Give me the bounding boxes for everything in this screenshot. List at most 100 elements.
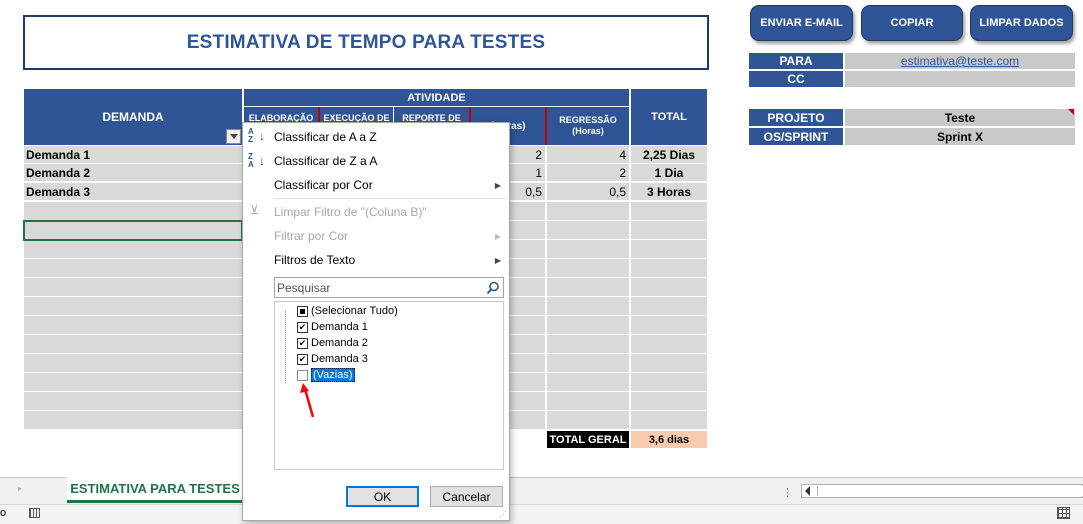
filter-select-all[interactable]: (Selecionar Tudo)	[297, 303, 398, 319]
menu-separator	[273, 198, 507, 199]
select-all-checkbox[interactable]	[297, 305, 308, 317]
row-3-regressao-text: 0,5	[609, 184, 626, 199]
os-sprint-label: OS/SPRINT	[749, 128, 843, 145]
submenu-arrow-icon: ▶	[494, 180, 501, 190]
projeto-value[interactable]: Teste	[845, 109, 1075, 126]
scroll-left-icon[interactable]	[805, 486, 810, 496]
filter-item[interactable]: ✔ Demanda 1	[297, 319, 368, 335]
table-row-name[interactable]: Demanda 3	[24, 183, 242, 201]
row-2-total[interactable]: 1 Dia	[631, 164, 707, 182]
filter-item[interactable]: ✔ Demanda 3	[297, 351, 368, 367]
filter-search-input[interactable]: Pesquisar	[274, 277, 504, 298]
menu-text-filters-label: Filtros de Texto	[274, 253, 356, 267]
menu-sort-za[interactable]: Classificar de Z a A	[243, 149, 509, 173]
menu-sort-az[interactable]: Classificar de A a Z	[243, 125, 509, 149]
menu-sort-by-color[interactable]: Classificar por Cor ▶	[243, 173, 509, 197]
status-text: o	[0, 507, 7, 519]
row-3-hours-text: 0,5	[525, 184, 542, 199]
report-title: ESTIMATIVA DE TEMPO PARA TESTES	[23, 15, 709, 70]
row-3-total[interactable]: 3 Horas	[631, 183, 707, 201]
scroll-thumb[interactable]	[817, 486, 1083, 496]
red-arrow-annotation	[300, 383, 315, 418]
menu-text-filters[interactable]: Filtros de Texto ▶	[243, 248, 509, 272]
hscroll-options-icon[interactable]: ⋮	[782, 486, 793, 499]
os-sprint-value[interactable]: Sprint X	[845, 128, 1075, 145]
scroll-tabs-icon[interactable]: ▸	[18, 484, 22, 493]
demanda-header: DEMANDA	[24, 89, 242, 145]
filter-item[interactable]: ✔ Demanda 2	[297, 335, 368, 351]
atividade-header: ATIVIDADE	[243, 89, 629, 107]
sheet-tab-estimativa[interactable]: ESTIMATIVA PARA TESTES	[67, 477, 243, 503]
filter-item-label: Demanda 2	[311, 337, 368, 349]
submenu-arrow-icon: ▶	[494, 231, 501, 241]
ok-button[interactable]: OK	[346, 486, 419, 507]
blanks-label: (Vazias)	[311, 368, 355, 382]
para-value[interactable]: estimativa@teste.com	[845, 53, 1075, 69]
search-icon	[486, 281, 499, 295]
os-sprint-text: Sprint X	[936, 129, 983, 144]
menu-sort-by-color-label: Classificar por Cor	[274, 178, 373, 192]
row-1-hours-text: 2	[535, 147, 542, 162]
row-2-regressao-text: 2	[619, 165, 626, 180]
filter-item-label: Demanda 3	[311, 353, 368, 365]
row-1-regressao-text: 4	[619, 147, 626, 162]
filter-values-list[interactable]: (Selecionar Tudo) ✔ Demanda 1 ✔ Demanda 2 …	[274, 301, 504, 470]
para-email-link[interactable]: estimativa@teste.com	[901, 54, 1019, 68]
horizontal-scrollbar[interactable]	[801, 484, 1083, 498]
row-2-regressao[interactable]: 2	[547, 164, 629, 182]
clear-data-button[interactable]: LIMPAR DADOS	[970, 5, 1073, 41]
row-3-name: Demanda 3	[26, 184, 91, 199]
item-checkbox[interactable]: ✔	[297, 321, 308, 333]
chevron-down-icon	[229, 134, 238, 139]
resize-grip-icon[interactable]: ⋰	[499, 510, 507, 519]
send-email-button[interactable]: ENVIAR E-MAIL	[750, 5, 853, 41]
total-geral-label: TOTAL GERAL	[547, 431, 629, 448]
filter-search-placeholder: Pesquisar	[277, 280, 331, 295]
demanda-header-text: DEMANDA	[102, 110, 164, 124]
menu-clear-filter: Limpar Filtro de "(Coluna B)"	[274, 205, 427, 219]
projeto-text: Teste	[944, 110, 976, 125]
total-header: TOTAL	[631, 89, 707, 145]
item-checkbox[interactable]: ✔	[297, 337, 308, 349]
normal-view-icon[interactable]	[1057, 507, 1070, 519]
copy-button[interactable]: COPIAR	[861, 5, 963, 41]
row-1-name: Demanda 1	[26, 147, 91, 162]
row-2-name: Demanda 2	[26, 165, 91, 180]
cc-value[interactable]	[845, 71, 1075, 87]
row-2-hours[interactable]: 1	[509, 164, 545, 182]
autofilter-popup[interactable]: AZ ↓ Classificar de A a Z ZA ↓ Classific…	[242, 122, 510, 521]
macro-record-icon[interactable]	[29, 508, 40, 518]
empty-rows-right-b	[547, 202, 629, 429]
filter-dropdown-button[interactable]	[226, 129, 241, 144]
row-3-total-text: 3 Horas	[646, 184, 692, 199]
para-label: PARA	[749, 53, 843, 69]
filter-item-label: Demanda 1	[311, 321, 368, 333]
cc-label: CC	[749, 71, 843, 87]
empty-rows-right-c	[631, 202, 707, 429]
status-bar	[0, 504, 1083, 524]
table-row-name[interactable]: Demanda 2	[24, 164, 242, 182]
row-1-regressao[interactable]: 4	[547, 146, 629, 164]
row-1-total[interactable]: 2,25 Dias	[631, 146, 707, 164]
filter-item-blanks[interactable]: (Vazias)	[297, 367, 355, 383]
projeto-label: PROJETO	[749, 109, 843, 126]
blanks-checkbox[interactable]	[297, 369, 308, 381]
total-geral-value[interactable]: 3,6 dias	[631, 431, 707, 448]
row-1-hours[interactable]: 2	[509, 146, 545, 164]
table-row-name[interactable]: Demanda 1	[24, 146, 242, 164]
menu-filter-by-color-label: Filtrar por Cor	[274, 229, 349, 243]
row-3-hours[interactable]: 0,5	[509, 183, 545, 201]
regressao-header: REGRESSÃO (Horas)	[545, 107, 629, 145]
select-all-label: (Selecionar Tudo)	[311, 305, 398, 317]
tree-connector	[285, 311, 286, 383]
selected-cell[interactable]	[23, 220, 243, 241]
menu-filter-by-color: Filtrar por Cor ▶	[243, 224, 509, 248]
comment-indicator	[1068, 109, 1074, 115]
row-3-regressao[interactable]: 0,5	[547, 183, 629, 201]
empty-rows-right-a	[509, 202, 545, 429]
row-2-total-text: 1 Dia	[654, 165, 684, 180]
cancel-button[interactable]: Cancelar	[430, 486, 503, 507]
submenu-arrow-icon: ▶	[494, 255, 501, 265]
item-checkbox[interactable]: ✔	[297, 353, 308, 365]
row-2-hours-text: 1	[535, 165, 542, 180]
